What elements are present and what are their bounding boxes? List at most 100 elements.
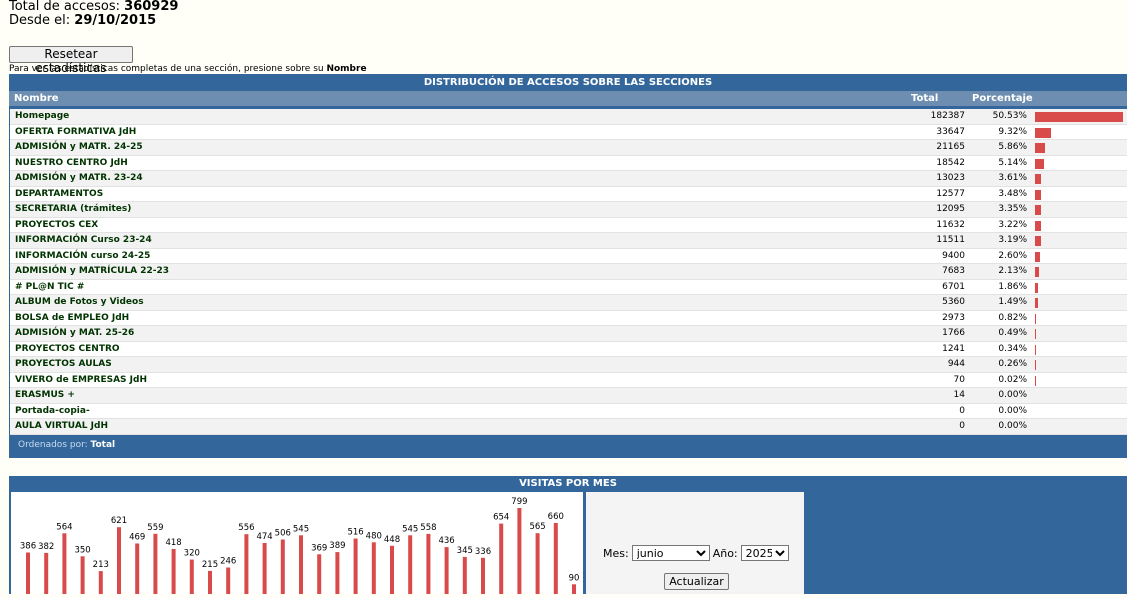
section-name-link[interactable]: PROYECTOS AULAS [15,357,112,372]
section-total: 12577 [936,188,965,199]
section-total: 11511 [936,235,965,245]
month-label: Mes: [603,546,629,560]
visit-bar-label: 545 [293,524,309,534]
stats-header: Total de accesos: 360929 Desde el: 29/10… [9,0,178,28]
section-total: 21165 [936,142,965,152]
section-percent-bar [1035,344,1036,355]
distribution-title: DISTRIBUCIÓN DE ACCESOS SOBRE LAS SECCIO… [423,77,713,88]
section-name-link[interactable]: SECRETARIA (trámites) [15,202,131,217]
section-percent-bar [1035,360,1036,370]
table-row: # PL@N TIC # 6701 1.86% [10,279,1127,295]
section-name-link[interactable]: ERASMUS + [15,388,75,403]
visit-bar [244,534,249,594]
year-select[interactable]: 2025 [740,545,789,561]
visit-bar [171,549,176,594]
section-name-link[interactable]: AULA VIRTUAL JdH [15,419,108,434]
visit-bar-label: 474 [256,532,272,542]
hint-text-body: Para ver las estadísticas completas de u… [9,64,324,74]
section-total: 14 [953,390,965,400]
section-percent: 2.13% [998,266,1027,276]
section-name-link[interactable]: # PL@N TIC # [15,280,84,295]
table-row: AULA VIRTUAL JdH 0 0.00% [10,419,1127,435]
distribution-rows: Homepage 182387 50.53% OFERTA FORMATIVA JdH… [10,109,1127,435]
section-percent: 5.14% [998,157,1027,168]
visit-bar [299,535,303,594]
section-name-link[interactable]: PROYECTOS CENTRO [15,342,120,357]
section-percent-bar [1035,236,1041,246]
section-name-link[interactable]: Homepage [15,109,69,124]
visit-bar [390,545,394,594]
section-name-link[interactable]: ADMISIÓN y MAT. 25-26 [15,326,134,341]
visit-bar-label: 556 [238,523,254,533]
visit-bar-label: 215 [202,560,218,570]
table-row: PROYECTOS CEX 11632 3.22% [10,217,1127,233]
visit-bar [208,570,212,594]
section-percent: 0.49% [998,328,1027,338]
section-name-link[interactable]: ADMISIÓN y MATR. 24-25 [15,140,143,155]
column-header-percent: Porcentaje [972,93,1033,104]
visit-bar-label: 469 [129,533,145,543]
section-percent: 3.19% [998,235,1027,245]
section-name-link[interactable]: INFORMACIÓN curso 24-25 [15,249,150,264]
section-percent-bar [1035,205,1041,215]
table-row: ADMISIÓN y MATR. 23-24 13023 3.61% [10,171,1127,187]
section-name-link[interactable]: INFORMACIÓN Curso 23-24 [15,233,152,248]
section-percent: 9.32% [998,126,1027,137]
visit-bar-label: 90 [569,573,580,583]
update-button[interactable]: Actualizar [664,573,729,590]
section-name-link[interactable]: VIVERO de EMPRESAS JdH [15,373,147,388]
section-name-link[interactable]: DEPARTAMENTOS [15,187,103,202]
visit-bar-label: 320 [184,549,200,559]
section-total: 0 [959,421,965,431]
visit-bar [481,557,485,594]
section-name-link[interactable]: OFERTA FORMATIVA JdH [15,125,136,140]
distribution-header-row: Nombre Total Porcentaje [9,91,1127,106]
visit-bar [517,508,522,594]
section-name-link[interactable]: ALBUM de Fotos y Videos [15,295,144,310]
date-filter-panel: Mes: junio Año: 2025 Actualizar [586,492,804,594]
visit-bar [117,527,121,594]
total-accesses: Total de accesos: 360929 [9,0,178,14]
visit-bar-label: 660 [548,512,564,522]
reset-stats-button[interactable]: Resetear estadísticas [9,46,133,75]
section-percent: 0.00% [998,405,1027,416]
visit-bar [62,533,67,594]
section-total: 18542 [936,157,965,168]
table-row: Portada-copia- 0 0.00% [10,403,1127,419]
sort-info-value[interactable]: Total [91,440,116,450]
visit-bar-label: 369 [311,543,327,553]
table-row: DEPARTAMENTOS 12577 3.48% [10,186,1127,202]
table-row: ALBUM de Fotos y Videos 5360 1.49% [10,295,1127,311]
since-date-label: Desde el: [9,13,71,28]
section-total: 13023 [936,173,965,183]
visit-bar-label: 799 [511,497,527,507]
visit-bar-label: 480 [366,531,382,541]
section-total: 12095 [936,204,965,214]
section-name-link[interactable]: Portada-copia- [15,404,90,419]
visit-bar [426,533,431,594]
section-percent: 1.49% [998,297,1027,307]
sort-info-label: Ordenados por: [18,440,88,450]
section-name-link[interactable]: NUESTRO CENTRO JdH [15,156,128,171]
visit-bar [280,539,285,594]
section-percent: 0.34% [998,343,1027,354]
visit-bar [444,547,449,594]
total-accesses-value: 360929 [124,0,179,14]
section-percent: 3.48% [998,188,1027,199]
section-total: 70 [953,374,965,385]
year-label: Año: [712,546,738,560]
section-name-link[interactable]: PROYECTOS CEX [15,218,98,233]
month-select[interactable]: junio [631,545,710,561]
section-total: 33647 [936,126,965,137]
section-name-link[interactable]: BOLSA de EMPLEO JdH [15,311,129,326]
section-percent: 3.35% [998,204,1027,214]
section-name-link[interactable]: ADMISIÓN y MATR. 23-24 [15,171,143,186]
visit-bar-label: 516 [347,528,363,538]
visit-bar-label: 654 [493,513,509,523]
visit-bar-label: 386 [20,542,36,552]
section-name-link[interactable]: ADMISIÓN y MATRÍCULA 22-23 [15,264,169,279]
visit-bar [262,543,267,594]
table-row: NUESTRO CENTRO JdH 18542 5.14% [10,155,1127,171]
section-total: 1766 [942,328,965,338]
visit-bar-label: 350 [74,545,90,555]
